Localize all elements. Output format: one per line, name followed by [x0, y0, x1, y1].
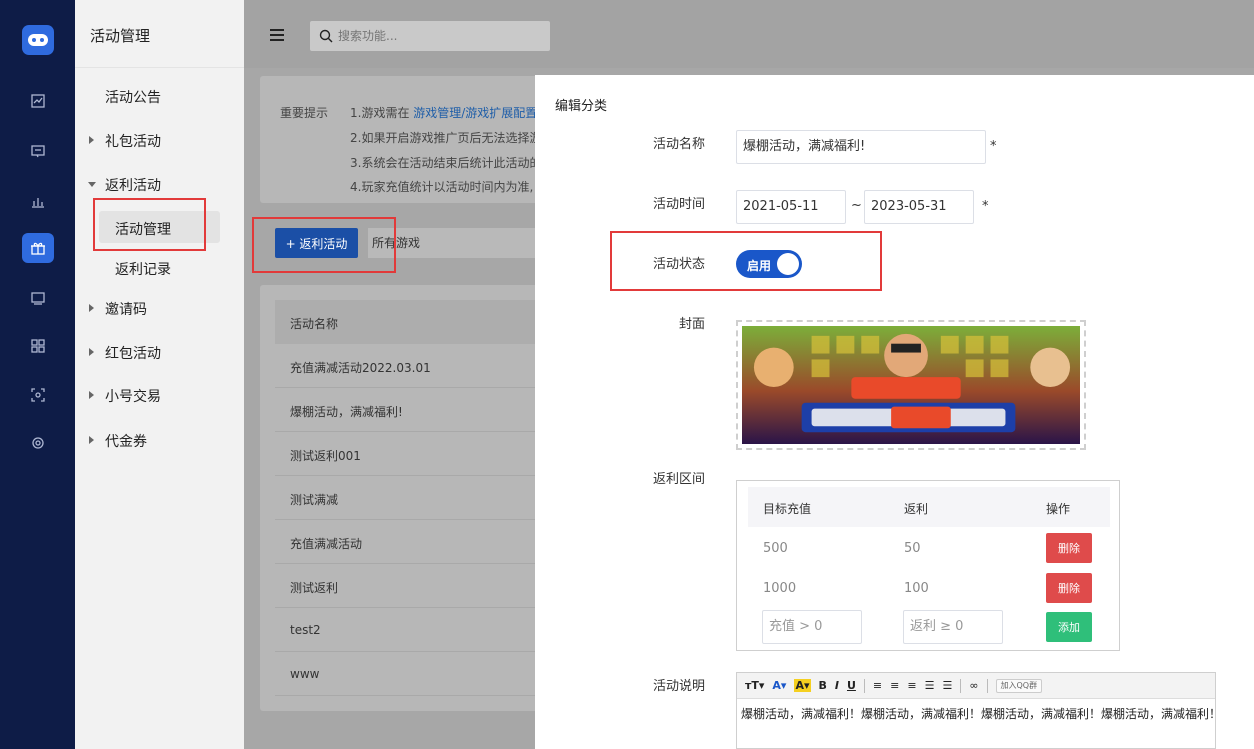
qq-group-button[interactable]: 加入QQ群: [995, 678, 1043, 693]
name-input[interactable]: 爆棚活动，满减福利!: [736, 130, 986, 164]
rebate-range-table: 目标充值 返利 操作 500 50 删除 1000 100 删除 充值 > 0 …: [736, 480, 1120, 651]
range-table-header: 目标充值 返利 操作: [748, 487, 1110, 527]
bold-button[interactable]: B: [819, 679, 827, 692]
status-label: 活动状态: [652, 257, 705, 272]
align-left-icon[interactable]: ≡: [873, 679, 882, 692]
date-separator: ~: [851, 198, 862, 213]
toolbar-separator: [960, 678, 962, 693]
table-row[interactable]: www: [275, 652, 560, 696]
hamburger-menu-icon[interactable]: [270, 29, 284, 41]
font-size-button[interactable]: тT▾: [745, 679, 764, 692]
required-mark: *: [982, 199, 989, 214]
table-row[interactable]: 测试满减: [275, 476, 560, 520]
menu-item-voucher[interactable]: 代金券: [89, 431, 147, 451]
toolbar-separator: [863, 678, 865, 693]
editor-content[interactable]: 爆棚活动，满减福利！爆棚活动，满减福利！爆棚活动，满减福利！爆棚活动，满减福利！: [737, 699, 1215, 728]
table-row[interactable]: test2: [275, 608, 560, 652]
add-range-button[interactable]: 添加: [1046, 612, 1092, 642]
ordered-list-icon[interactable]: ☰: [925, 679, 935, 692]
link-icon[interactable]: ∞: [969, 679, 978, 692]
notice-link[interactable]: 游戏管理/游戏扩展配置: [413, 106, 537, 120]
name-label: 活动名称: [652, 137, 705, 152]
rebate-input[interactable]: 返利 ≥ 0: [903, 610, 1003, 644]
range-label: 返利区间: [652, 472, 705, 487]
toolbar-separator: [986, 678, 988, 693]
cover-label: 封面: [678, 317, 705, 332]
bar-chart-icon[interactable]: [22, 186, 54, 216]
desc-label: 活动说明: [652, 679, 705, 694]
gift-icon[interactable]: [22, 233, 54, 263]
delete-button[interactable]: 删除: [1046, 573, 1092, 603]
menu-item-rebate-records[interactable]: 返利记录: [115, 259, 171, 279]
bg-color-button[interactable]: A▾: [794, 679, 811, 692]
menu-title: 活动管理: [75, 0, 244, 68]
start-date-input[interactable]: 2021-05-11: [736, 190, 846, 224]
scan-icon[interactable]: [22, 380, 54, 410]
table-row[interactable]: 测试返利: [275, 564, 560, 608]
delete-button[interactable]: 删除: [1046, 533, 1092, 563]
settings-icon[interactable]: [22, 428, 54, 458]
menu-item-invite[interactable]: 邀请码: [89, 299, 147, 319]
search-input[interactable]: [338, 26, 538, 46]
menu-item-gift[interactable]: 礼包活动: [89, 131, 161, 151]
top-bar: [244, 0, 1254, 68]
range-rebate: 100: [904, 581, 929, 596]
menu-item-announcement[interactable]: 活动公告: [105, 87, 161, 107]
line-chart-icon[interactable]: [22, 86, 54, 116]
ad-icon[interactable]: [22, 283, 54, 313]
game-select[interactable]: 所有游戏: [368, 228, 538, 258]
gamepad-logo-icon[interactable]: [22, 25, 54, 55]
list-header: 活动名称: [275, 300, 560, 344]
menu-item-trade[interactable]: 小号交易: [89, 386, 161, 406]
search-icon: [319, 29, 333, 43]
range-rebate: 50: [904, 541, 921, 556]
align-center-icon[interactable]: ≡: [890, 679, 899, 692]
toggle-knob: [777, 253, 799, 275]
menu-item-redpacket[interactable]: 红包活动: [89, 343, 161, 363]
edit-drawer: 编辑分类 活动名称 爆棚活动，满减福利! * 活动时间 2021-05-11 ~…: [535, 75, 1254, 749]
table-row[interactable]: 测试返利001: [275, 432, 560, 476]
notice-line-3: 3.系统会在活动结束后统计此活动的: [350, 156, 542, 170]
message-icon[interactable]: [22, 136, 54, 166]
font-color-button[interactable]: A▾: [772, 679, 786, 692]
required-mark: *: [990, 139, 997, 154]
menu-item-rebate[interactable]: 返利活动: [88, 175, 161, 195]
search-box[interactable]: [310, 21, 550, 51]
drawer-title: 编辑分类: [555, 99, 608, 114]
activity-list: 活动名称 充值满减活动2022.03.01 爆棚活动，满减福利! 测试返利001…: [260, 285, 560, 711]
table-row[interactable]: 充值满减活动: [275, 520, 560, 564]
cover-image: [742, 326, 1080, 444]
align-right-icon[interactable]: ≡: [907, 679, 916, 692]
rich-text-editor[interactable]: тT▾ A▾ A▾ B I U ≡ ≡ ≡ ☰ ☰ ∞ 加入QQ群 爆棚活动，满…: [736, 672, 1216, 749]
editor-toolbar: тT▾ A▾ A▾ B I U ≡ ≡ ≡ ☰ ☰ ∞ 加入QQ群: [737, 673, 1215, 699]
time-label: 活动时间: [652, 197, 705, 212]
apps-grid-icon[interactable]: [22, 331, 54, 361]
italic-button[interactable]: I: [835, 679, 839, 692]
icon-rail: [0, 0, 75, 749]
notice-line-4: 4.玩家充值统计以活动时间内为准,: [350, 180, 534, 194]
range-target: 1000: [763, 581, 797, 596]
range-target: 500: [763, 541, 788, 556]
menu-item-rebate-manage[interactable]: 活动管理: [115, 219, 171, 239]
status-toggle[interactable]: 启用: [736, 250, 802, 278]
table-row[interactable]: 充值满减活动2022.03.01: [275, 344, 560, 388]
add-rebate-button[interactable]: + 返利活动: [275, 228, 358, 258]
notice-panel: 重要提示 1.游戏需在 游戏管理/游戏扩展配置 2.如果开启游戏推广页后无法选择…: [260, 76, 560, 203]
unordered-list-icon[interactable]: ☰: [942, 679, 952, 692]
table-row[interactable]: 爆棚活动，满减福利!: [275, 388, 560, 432]
side-menu: 活动管理 活动公告 礼包活动 返利活动 活动管理 返利记录 邀请码 红包活动 小…: [75, 0, 244, 749]
notice-label: 重要提示: [280, 106, 329, 120]
notice-line-2: 2.如果开启游戏推广页后无法选择游: [350, 131, 542, 145]
end-date-input[interactable]: 2023-05-31: [864, 190, 974, 224]
cover-image-upload[interactable]: [736, 320, 1086, 450]
status-toggle-label: 启用: [747, 259, 772, 273]
target-input[interactable]: 充值 > 0: [762, 610, 862, 644]
notice-line-1: 1.游戏需在 游戏管理/游戏扩展配置: [350, 106, 538, 120]
underline-button[interactable]: U: [847, 679, 856, 692]
